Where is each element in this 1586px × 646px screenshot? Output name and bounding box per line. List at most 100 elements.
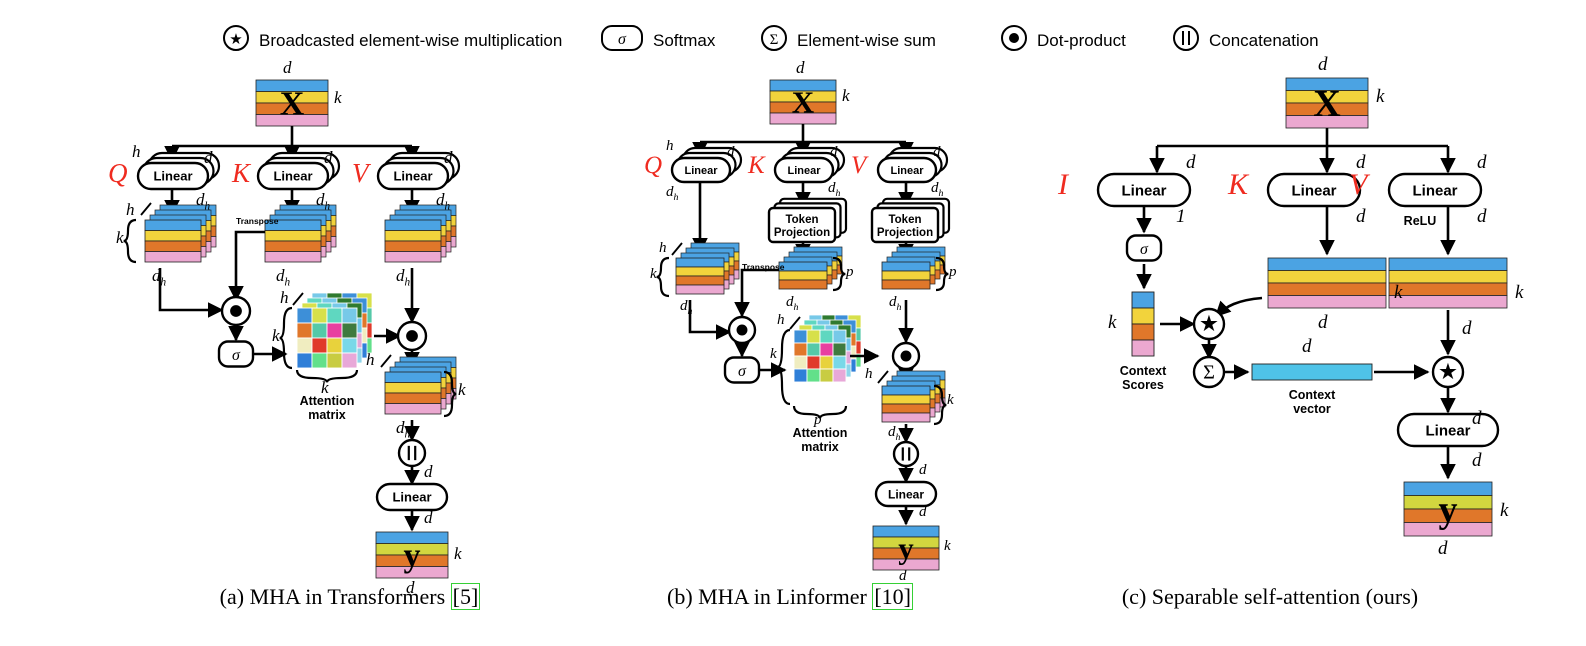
panel-b-k-dh: dh [786, 294, 799, 313]
panel-c-context-scores-cell-3 [1131, 339, 1155, 357]
panel-b-h-q: h [666, 138, 674, 154]
panel-a-v-dh: dh [396, 266, 411, 289]
panel-b-v-tensor-front-b2 [881, 279, 931, 290]
panel-b-dh-v: dh [931, 180, 944, 199]
caption-panel-a: (a) MHA in Transformers [5] [140, 583, 560, 610]
panel-b-k-to-dot [734, 268, 779, 318]
panel-a-d-k: d [324, 148, 333, 167]
panel-a-linear-q-label: Linear [153, 169, 192, 184]
panel-b-v-tensor-front-b0 [881, 261, 931, 272]
panel-a-x-side-label: k [334, 88, 342, 107]
panel-b-concat [892, 440, 920, 468]
panel-b-dh-q: dh [666, 184, 679, 203]
panel-a-attn-h: h [280, 288, 289, 307]
panel-b-attn-caption: Attention matrix [792, 426, 848, 454]
panel-a-k-to-dot [228, 230, 265, 302]
panel-a-out-h: h [366, 350, 375, 369]
panel-b-attn-grid-cell-3-3 [832, 368, 847, 383]
panel-a-v-tensor-front-b0 [384, 219, 442, 231]
panel-b-d-v: d [933, 144, 941, 160]
panel-a-out-tensor-front-b1 [384, 382, 442, 394]
panel-c-d-i: d [1186, 152, 1196, 173]
panel-b-q-h: h [659, 240, 667, 256]
panel-b-attn-grid-cell-3-2 [819, 368, 834, 383]
panel-a-attn-grid-cell-0-3 [341, 307, 358, 324]
panel-c-v-block-band-2 [1388, 282, 1508, 296]
panel-c-d-v: d [1477, 152, 1487, 173]
panel-a-attn-grid-cell-3-1 [311, 352, 328, 369]
panel-a-q-k: k [116, 228, 124, 247]
panel-a-script-q: Q [108, 158, 128, 188]
panel-a-out-dh: dh [396, 418, 411, 441]
panel-c-linear-out-d: d [1472, 450, 1482, 471]
panel-a-dot-1-glyph [230, 305, 242, 317]
figure-canvas: X Linear Linear Linear σ Linear y X Linear Linear… [123, 77, 1508, 579]
panel-a-attn-brace-left [279, 306, 293, 370]
panel-b-attn-grid-cell-1-1 [806, 342, 821, 357]
panel-b-out-tensor-front-b2 [881, 403, 931, 414]
panel-b-q-tensor-front-b1 [675, 266, 725, 277]
panel-b-out-tensor-front-b3 [881, 412, 931, 423]
panel-c-v-block-band-1 [1388, 270, 1508, 284]
panel-a-linear-k-label: Linear [273, 169, 312, 184]
panel-a-script-k: K [232, 158, 251, 188]
panel-a-out-slash [380, 354, 392, 368]
panel-a-input-x-glyph: X [280, 86, 305, 123]
panel-b-out-tensor-front-b1 [881, 394, 931, 405]
caption-b-citation[interactable]: [10] [872, 583, 913, 610]
panel-a-concat [397, 438, 427, 468]
panel-a-y-k: k [454, 544, 462, 563]
panel-c-k-block-band-1 [1267, 270, 1387, 284]
panel-a-output-y-glyph: y [404, 538, 421, 575]
panel-a-out-tensor-front-b3 [384, 403, 442, 415]
panel-a-final-linear-label: Linear [392, 490, 431, 505]
panel-a-v-tensor-front-b3 [384, 251, 442, 263]
panel-a-d-q: d [204, 148, 213, 167]
panel-a-q-h: h [126, 200, 135, 219]
panel-a-out-k: k [458, 380, 466, 399]
panel-a-attn-grid-cell-1-2 [326, 322, 343, 339]
caption-a-citation[interactable]: [5] [450, 583, 481, 610]
panel-c-script-i: I [1058, 168, 1068, 201]
panel-a-attn-k: k [272, 326, 280, 345]
panel-b-q-tensor-front-b2 [675, 275, 725, 286]
panel-c-linear-i-label: Linear [1121, 182, 1166, 199]
panel-b-final-out-d: d [919, 504, 927, 520]
panel-a-attn-grid-cell-1-3 [341, 322, 358, 339]
panel-c-output-y-glyph: y [1439, 489, 1458, 531]
panel-a-attn-grid-cell-1-1 [311, 322, 328, 339]
panel-b-out-tensor-front-b0 [881, 385, 931, 396]
panel-b-final-in-d: d [919, 462, 927, 478]
panel-c-out-dv: d [1477, 206, 1487, 227]
panel-b-script-v: V [851, 152, 867, 179]
panel-b-q-k: k [650, 266, 657, 282]
panel-c-context-scores-label: Context Scores [1119, 364, 1167, 392]
panel-b-v-p: p [949, 264, 957, 280]
panel-b-linear-k-label: Linear [787, 165, 821, 177]
panel-c-v-block-band-0 [1388, 257, 1508, 271]
panel-b-out-dh: dh [888, 424, 901, 443]
panel-a-k-tensor-front-b3 [264, 251, 322, 263]
panel-a-attn-grid-cell-1-0 [296, 322, 313, 339]
panel-a-v-tensor-front-b1 [384, 230, 442, 242]
panel-c-k-block-d: d [1318, 312, 1328, 333]
panel-b-k-tensor-front-b0 [778, 261, 828, 272]
panel-a-attn-grid-cell-2-2 [326, 337, 343, 354]
panel-c-d-k: d [1356, 152, 1366, 173]
panel-a-attn-grid-cell-2-1 [311, 337, 328, 354]
panel-c-star-2-glyph: ★ [1438, 359, 1458, 385]
panel-b-x-side-label: k [842, 86, 850, 105]
panel-a-dh-v: dh [436, 190, 451, 213]
panel-c-v-block-d: d [1462, 318, 1472, 339]
panel-a-q-to-dot [158, 268, 224, 318]
panel-c-x-top-label: d [1318, 54, 1328, 75]
panel-b-k-p: p [846, 264, 854, 280]
panel-b-attn-grid-cell-2-0 [793, 355, 808, 370]
panel-c-out-1: 1 [1176, 206, 1186, 227]
panel-a-k-tensor-front-b1 [264, 230, 322, 242]
panel-b-attn-grid-cell-3-0 [793, 368, 808, 383]
panel-b-q-tensor-front-b0 [675, 257, 725, 268]
panel-b-attn-grid-cell-1-2 [819, 342, 834, 357]
panel-a-attn-grid-cell-3-2 [326, 352, 343, 369]
panel-b-attn-grid-cell-1-0 [793, 342, 808, 357]
